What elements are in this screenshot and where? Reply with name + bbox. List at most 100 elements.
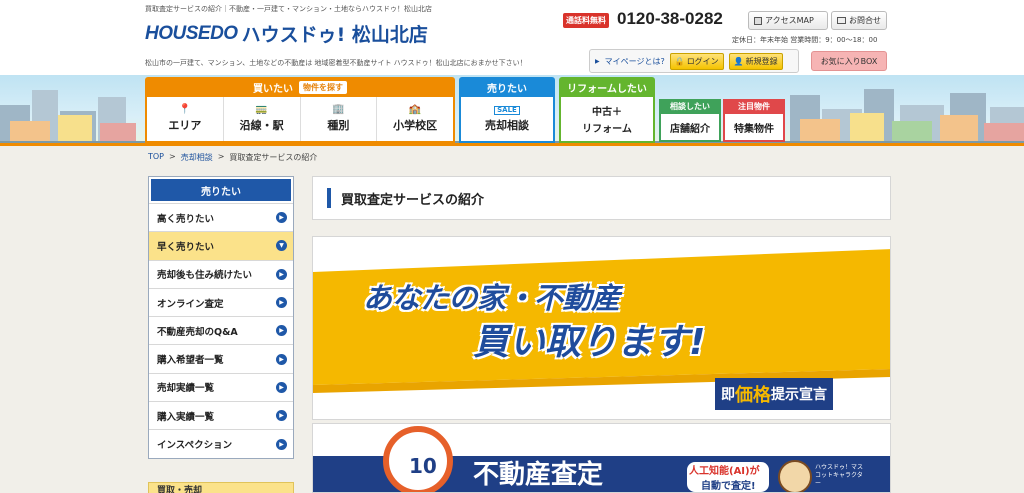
site-logo[interactable]: HOUSEDO ハウスドゥ! 松山北店 xyxy=(145,20,428,47)
mypage-link[interactable]: マイページとは? xyxy=(605,56,665,67)
contact-label: お問合せ xyxy=(849,16,881,25)
ai-text-1: 人工知能(AI)が xyxy=(689,466,760,477)
page-tagline: 買取査定サービスの紹介｜不動産・一戸建て・マンション・土地ならハウスドゥ！松山北… xyxy=(145,5,432,13)
breadcrumb-current: 買取査定サービスの紹介 xyxy=(229,153,318,162)
access-map-button[interactable]: アクセスMAP xyxy=(748,11,828,30)
user-icon: 👤 xyxy=(733,56,744,66)
sidebar-item-label: 高く売りたい xyxy=(157,213,215,225)
instant-price-tag: 即 価格 提示宣言 xyxy=(715,378,833,410)
nav-item-label: 小学校区 xyxy=(393,119,438,132)
favorites-button[interactable]: お気に入りBOX xyxy=(811,51,887,71)
sidebar-item-sell-fast[interactable]: 早く売りたい ▼ xyxy=(149,231,293,260)
sidebar-item-label: オンライン査定 xyxy=(157,298,224,310)
nav-reform-header: リフォームしたい xyxy=(559,77,655,97)
map-icon xyxy=(754,16,762,25)
page-title-box: 買取査定サービスの紹介 xyxy=(312,176,891,220)
chevron-right-icon: ▶ xyxy=(276,297,287,309)
register-label: 新規登録 xyxy=(745,56,778,66)
chevron-right-icon: ▶ xyxy=(276,438,287,450)
school-icon: 🏫 xyxy=(408,104,422,115)
breadcrumb-sell-consult[interactable]: 売却相談 xyxy=(181,152,213,163)
nav-item-train-line[interactable]: 🚃 沿線・駅 xyxy=(224,97,301,141)
breadcrumb-separator: > xyxy=(169,152,176,161)
nav-item-used-reform[interactable]: 中古＋ リフォーム xyxy=(561,97,653,141)
sidebar-item-label: インスペクション xyxy=(157,440,233,452)
clock-number: 10 xyxy=(409,454,437,478)
building-icon: 🏢 xyxy=(332,104,345,115)
sidebar-sell-menu: 売りたい 高く売りたい ▶ 早く売りたい ▼ 売却後も住み続けたい ▶ オンライ… xyxy=(148,176,294,459)
nav-item-featured-properties[interactable]: 特集物件 xyxy=(723,114,785,142)
sidebar-heading: 売りたい xyxy=(149,177,293,203)
nav-featured-header: 注目物件 xyxy=(723,99,785,114)
nav-buy-header: 買いたい 物件を探す xyxy=(145,77,455,97)
sidebar-item-label: 売却実績一覧 xyxy=(157,383,215,395)
search-property-tag[interactable]: 物件を探す xyxy=(299,80,347,94)
dog-mascot-icon xyxy=(778,460,812,492)
title-accent-bar xyxy=(327,188,331,208)
sidebar-item-sale-results[interactable]: 売却実績一覧 ▶ xyxy=(149,372,293,401)
chevron-right-icon: ▶ xyxy=(276,410,287,422)
map-pin-icon: 📍 xyxy=(178,104,192,115)
sidebar-item-buyer-list[interactable]: 購入希望者一覧 ▶ xyxy=(149,344,293,372)
chevron-right-icon: ▶ xyxy=(276,212,287,224)
nav-item-area[interactable]: 📍 エリア xyxy=(147,97,224,141)
site-description: 松山市の一戸建て、マンション、土地などの不動産は 地域密着型不動産サイト ハウス… xyxy=(145,59,527,67)
logo-mark: HOUSEDO xyxy=(145,22,238,44)
breadcrumb-separator: > xyxy=(217,152,225,161)
nav-item-label: エリア xyxy=(168,119,202,132)
sidebar-item-inspection[interactable]: インスペクション ▶ xyxy=(149,429,293,457)
train-icon: 🚃 xyxy=(255,104,268,115)
access-map-label: アクセスMAP xyxy=(765,16,814,25)
tag-pre: 即 xyxy=(721,387,735,403)
member-box: ▶ マイページとは? 🔒 ログイン 👤 新規登録 xyxy=(589,49,799,73)
banner-headline-2: 買い取ります! xyxy=(473,322,706,363)
login-button[interactable]: 🔒 ログイン xyxy=(669,52,724,70)
nav-item-store-intro[interactable]: 店舗紹介 xyxy=(659,114,721,142)
nav-item-label-2: リフォーム xyxy=(582,124,632,135)
nav-item-label: 沿線・駅 xyxy=(239,119,284,132)
nav-buy-label: 買いたい xyxy=(253,83,293,95)
page-title: 買取査定サービスの紹介 xyxy=(341,192,485,208)
triangle-right-icon: ▶ xyxy=(595,57,600,65)
banner2-title: 不動産査定 xyxy=(473,460,604,490)
purchase-banner[interactable]: あなたの家・不動産 買い取ります! 即 価格 提示宣言 xyxy=(312,236,891,420)
sidebar-item-label: 購入実績一覧 xyxy=(157,411,215,423)
store-name: ハウスドゥ! 松山北店 xyxy=(241,24,428,46)
nav-item-label: 種別 xyxy=(327,119,350,132)
nav-sell-header: 売りたい xyxy=(459,77,555,97)
nav-reform-group: リフォームしたい 中古＋ リフォーム xyxy=(559,77,655,143)
sidebar-item-online-appraisal[interactable]: オンライン査定 ▶ xyxy=(149,287,293,316)
sidebar-item-sale-faq[interactable]: 不動産売却のQ&A ▶ xyxy=(149,316,293,344)
contact-button[interactable]: お問合せ xyxy=(831,11,887,30)
sidebar-item-leaseback[interactable]: 売却後も住み続けたい ▶ xyxy=(149,259,293,288)
ai-appraisal-banner[interactable]: 10 不動産査定 人工知能(AI)が 自動で査定! ハウスドゥ！マスコットキャラ… xyxy=(312,423,891,493)
nav-buy-group: 買いたい 物件を探す 📍 エリア 🚃 沿線・駅 🏢 種別 🏫 小学校区 xyxy=(145,77,455,143)
nav-consult-header: 相談したい xyxy=(659,99,721,114)
sale-tag-icon: SALE xyxy=(494,105,520,115)
login-label: ログイン xyxy=(686,56,719,66)
sidebar-item-purchase-results[interactable]: 購入実績一覧 ▶ xyxy=(149,401,293,429)
sidebar-item-label: 売却後も住み続けたい xyxy=(157,270,253,282)
chevron-right-icon: ▶ xyxy=(276,268,287,280)
nav-item-sell-consult[interactable]: SALE 売却相談 xyxy=(461,97,553,141)
breadcrumb-top[interactable]: TOP xyxy=(148,152,164,163)
phone-number[interactable]: 0120-38-0282 xyxy=(617,9,723,29)
nav-item-label: 中古＋ xyxy=(592,107,622,118)
breadcrumb: TOP > 売却相談 > 買取査定サービスの紹介 xyxy=(148,152,317,163)
banner-headline-1: あなたの家・不動産 xyxy=(363,281,620,315)
nav-item-type[interactable]: 🏢 種別 xyxy=(301,97,378,141)
nav-item-label: 売却相談 xyxy=(485,118,529,132)
chevron-right-icon: ▶ xyxy=(276,353,287,365)
sidebar-item-sell-high[interactable]: 高く売りたい ▶ xyxy=(149,203,293,231)
sidebar-next-banner[interactable]: 買取・売却 xyxy=(148,482,294,493)
chevron-down-icon: ▼ xyxy=(276,240,287,252)
mascot-caption: ハウスドゥ！マスコットキャラクター xyxy=(815,464,864,487)
chevron-right-icon: ▶ xyxy=(276,381,287,393)
free-call-badge: 通話料無料 xyxy=(563,13,609,28)
register-button[interactable]: 👤 新規登録 xyxy=(728,52,783,70)
sidebar-item-label: 購入希望者一覧 xyxy=(157,355,224,367)
nav-item-school-district[interactable]: 🏫 小学校区 xyxy=(377,97,453,141)
sidebar-item-label: 早く売りたい xyxy=(157,241,215,253)
tag-highlight: 価格 xyxy=(735,385,771,406)
chevron-right-icon: ▶ xyxy=(276,325,287,337)
